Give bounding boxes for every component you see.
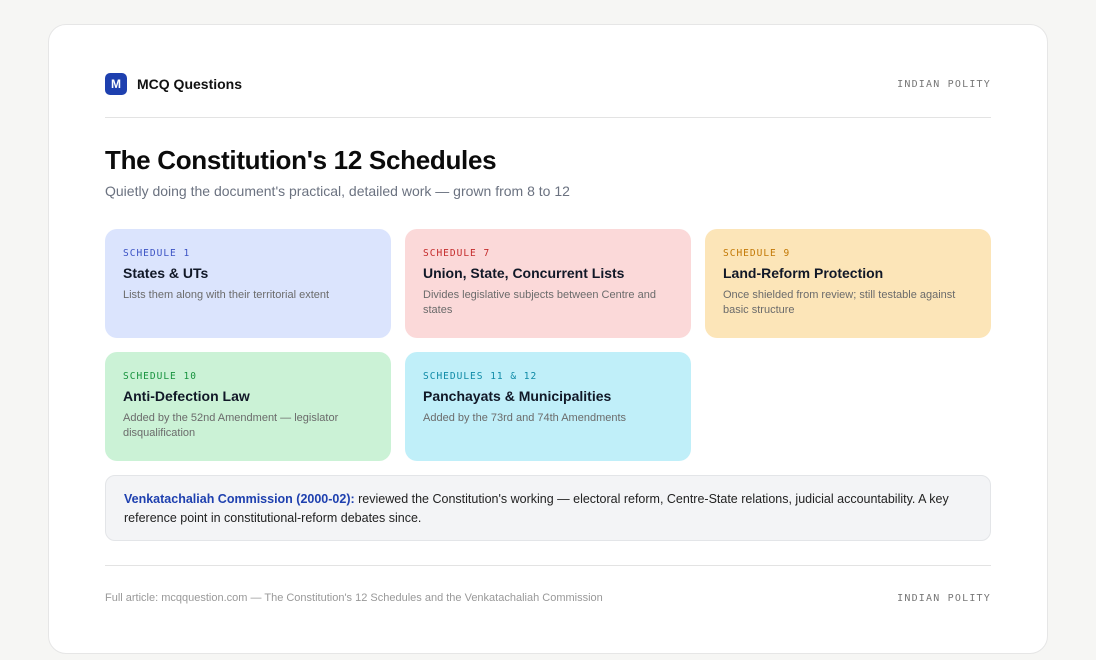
schedule-title: States & UTs [123, 265, 209, 281]
schedule-description: Added by the 73rd and 74th Amendments [423, 412, 627, 424]
schedule-card-1: SCHEDULE 1 States & UTs Lists them along… [105, 229, 391, 338]
schedule-description: Divides legislative subjects between Cen… [423, 289, 656, 316]
schedule-description: Once shielded from review; still testabl… [723, 289, 956, 316]
footer-article-link[interactable]: Full article: mcqquestion.com — The Cons… [105, 592, 603, 604]
schedule-card-9: SCHEDULE 9 Land-Reform Protection Once s… [705, 229, 991, 338]
article-card: M MCQ Questions INDIAN POLITY The Consti… [48, 24, 1048, 654]
schedule-title: Anti-Defection Law [123, 388, 250, 404]
page-title: The Constitution's 12 Schedules [105, 145, 497, 175]
schedule-label: SCHEDULE 7 [423, 248, 491, 259]
schedule-label: SCHEDULE 1 [123, 248, 191, 259]
footer-tag: INDIAN POLITY [897, 592, 991, 604]
footer: Full article: mcqquestion.com — The Cons… [105, 565, 991, 604]
schedule-label: SCHEDULE 10 [123, 371, 197, 382]
schedule-title: Union, State, Concurrent Lists [423, 265, 625, 281]
schedule-label: SCHEDULE 9 [723, 248, 791, 259]
schedule-description: Lists them along with their territorial … [123, 289, 330, 301]
schedule-grid: SCHEDULE 1 States & UTs Lists them along… [105, 229, 991, 461]
schedule-card-7: SCHEDULE 7 Union, State, Concurrent List… [405, 229, 691, 338]
schedule-title: Panchayats & Municipalities [423, 388, 612, 404]
header: M MCQ Questions INDIAN POLITY [105, 25, 991, 118]
page-subtitle: Quietly doing the document's practical, … [105, 183, 570, 199]
brand[interactable]: M MCQ Questions [105, 73, 242, 95]
schedule-card-10: SCHEDULE 10 Anti-Defection Law Added by … [105, 352, 391, 461]
schedule-label: SCHEDULES 11 & 12 [423, 371, 538, 382]
schedule-description: Added by the 52nd Amendment — legislator… [123, 412, 339, 439]
category-tag: INDIAN POLITY [897, 78, 991, 90]
commission-note: Venkatachaliah Commission (2000-02): rev… [105, 475, 991, 541]
note-lead: Venkatachaliah Commission (2000-02): [124, 492, 355, 506]
logo-icon: M [105, 73, 127, 95]
schedule-card-11-12: SCHEDULES 11 & 12 Panchayats & Municipal… [405, 352, 691, 461]
brand-name: MCQ Questions [137, 76, 243, 92]
schedule-title: Land-Reform Protection [723, 265, 884, 281]
